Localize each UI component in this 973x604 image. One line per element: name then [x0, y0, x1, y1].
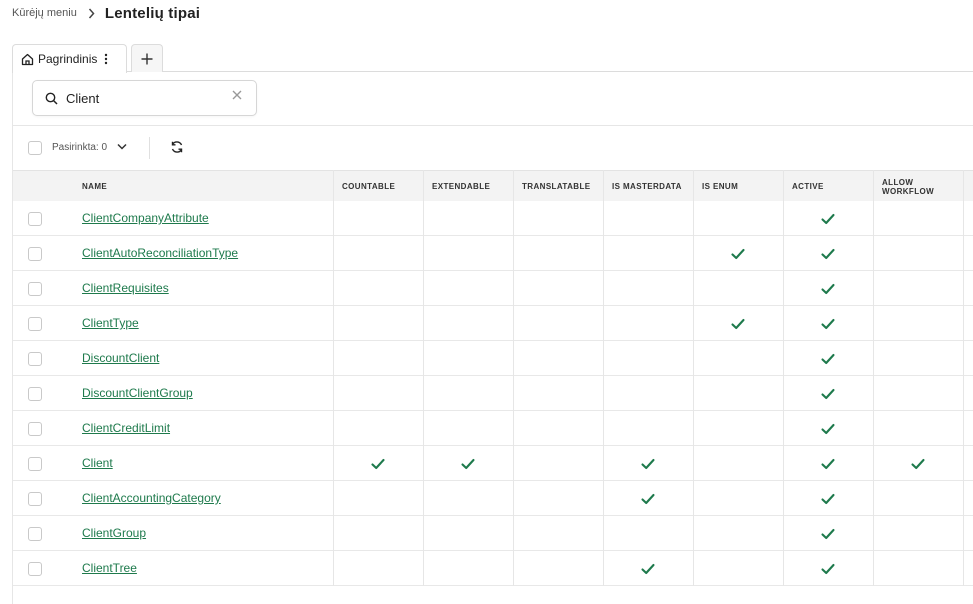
- page-title: Lentelių tipai: [104, 4, 201, 22]
- row-name-link[interactable]: ClientTree: [82, 561, 137, 575]
- toolbar-separator: [149, 137, 150, 159]
- row-name-link[interactable]: ClientCreditLimit: [82, 421, 170, 435]
- column-header-name[interactable]: NAME: [73, 171, 333, 202]
- column-divider: [693, 170, 694, 586]
- column-divider: [963, 170, 964, 586]
- column-divider: [783, 170, 784, 586]
- row-name-link[interactable]: DiscountClient: [82, 351, 159, 365]
- check-icon: [821, 457, 835, 470]
- row-checkbox[interactable]: [28, 352, 42, 366]
- selected-count-label: Pasirinkta: 0: [52, 142, 108, 153]
- row-checkbox[interactable]: [28, 492, 42, 506]
- row-checkbox[interactable]: [28, 457, 42, 471]
- check-icon: [371, 457, 385, 470]
- check-icon: [641, 492, 655, 505]
- check-icon: [821, 562, 835, 575]
- check-icon: [731, 317, 745, 330]
- table-row[interactable]: Client: [13, 446, 973, 481]
- check-icon: [821, 282, 835, 295]
- column-header-allow-workflow[interactable]: ALLOW WORKFLOW: [873, 171, 963, 202]
- table-row[interactable]: ClientCreditLimit: [13, 411, 973, 446]
- tab-pagrindinis[interactable]: Pagrindinis: [12, 44, 127, 73]
- row-checkbox[interactable]: [28, 212, 42, 226]
- check-icon: [641, 562, 655, 575]
- table-row[interactable]: ClientAccountingCategory: [13, 481, 973, 516]
- kebab-menu-icon[interactable]: [104, 53, 108, 65]
- search-box: [32, 80, 257, 116]
- check-icon: [821, 527, 835, 540]
- column-header-countable[interactable]: COUNTABLE: [333, 171, 423, 202]
- table-row[interactable]: DiscountClientGroup: [13, 376, 973, 411]
- column-header-extendable[interactable]: EXTENDABLE: [423, 171, 513, 202]
- row-checkbox[interactable]: [28, 387, 42, 401]
- check-icon: [731, 247, 745, 260]
- clear-search-icon[interactable]: [232, 90, 242, 100]
- table-row[interactable]: ClientCompanyAttribute: [13, 201, 973, 236]
- table-header: NAME COUNTABLE EXTENDABLE TRANSLATABLE I…: [13, 170, 973, 201]
- row-checkbox[interactable]: [28, 527, 42, 541]
- row-checkbox[interactable]: [28, 317, 42, 331]
- row-checkbox[interactable]: [28, 562, 42, 576]
- content-panel: Pasirinkta: 0 NAME COUNTABLE EXTENDABLE …: [12, 72, 973, 604]
- plus-icon: [141, 53, 153, 65]
- row-name-link[interactable]: ClientAccountingCategory: [82, 491, 221, 505]
- column-divider: [603, 170, 604, 586]
- check-icon: [821, 492, 835, 505]
- row-name-link[interactable]: ClientRequisites: [82, 281, 169, 295]
- check-icon: [821, 352, 835, 365]
- row-name-link[interactable]: ClientGroup: [82, 526, 146, 540]
- check-icon: [821, 247, 835, 260]
- check-icon: [461, 457, 475, 470]
- refresh-icon[interactable]: [170, 140, 184, 154]
- check-icon: [911, 457, 925, 470]
- divider: [13, 125, 973, 126]
- search-input[interactable]: [66, 90, 216, 106]
- column-divider: [333, 170, 334, 586]
- check-icon: [821, 212, 835, 225]
- select-all-checkbox[interactable]: [28, 141, 42, 155]
- table-row[interactable]: ClientGroup: [13, 516, 973, 551]
- check-icon: [821, 387, 835, 400]
- row-checkbox[interactable]: [28, 247, 42, 261]
- row-name-link[interactable]: ClientType: [82, 316, 139, 330]
- row-name-link[interactable]: ClientAutoReconciliationType: [82, 246, 238, 260]
- table-row[interactable]: ClientRequisites: [13, 271, 973, 306]
- row-name-link[interactable]: ClientCompanyAttribute: [82, 211, 209, 225]
- check-icon: [821, 422, 835, 435]
- breadcrumb: Kūrėjų meniu Lentelių tipai: [12, 3, 200, 23]
- check-icon: [821, 317, 835, 330]
- check-icon: [641, 457, 655, 470]
- row-checkbox[interactable]: [28, 422, 42, 436]
- table-row[interactable]: ClientAutoReconciliationType: [13, 236, 973, 271]
- row-name-link[interactable]: Client: [82, 456, 113, 470]
- column-divider: [423, 170, 424, 586]
- column-header-active[interactable]: ACTIVE: [783, 171, 873, 202]
- tab-bar: Pagrindinis: [12, 44, 973, 73]
- column-header-is-masterdata[interactable]: IS MASTERDATA: [603, 171, 693, 202]
- chevron-down-icon[interactable]: [117, 143, 127, 150]
- search-icon: [45, 92, 58, 105]
- table-row[interactable]: DiscountClient: [13, 341, 973, 376]
- row-name-link[interactable]: DiscountClientGroup: [82, 386, 193, 400]
- chevron-right-icon: [88, 8, 95, 19]
- table-row[interactable]: ClientType: [13, 306, 973, 341]
- selection-toolbar: Pasirinkta: 0: [13, 134, 973, 162]
- home-icon: [21, 53, 34, 66]
- table-row[interactable]: ClientTree: [13, 551, 973, 586]
- row-checkbox[interactable]: [28, 282, 42, 296]
- column-header-is-enum[interactable]: IS ENUM: [693, 171, 783, 202]
- add-tab-button[interactable]: [131, 44, 163, 72]
- breadcrumb-parent-link[interactable]: Kūrėjų meniu: [12, 7, 77, 19]
- tab-label: Pagrindinis: [38, 52, 98, 66]
- column-divider: [513, 170, 514, 586]
- column-divider: [873, 170, 874, 586]
- column-header-translatable[interactable]: TRANSLATABLE: [513, 171, 603, 202]
